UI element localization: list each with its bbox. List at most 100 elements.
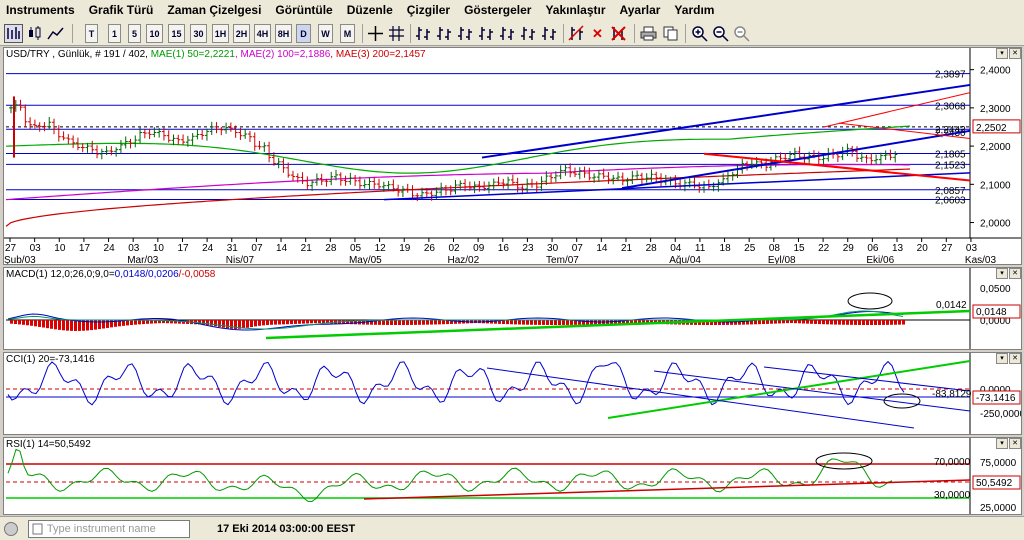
menu-help[interactable]: Yardım [667,0,721,20]
price-bar [549,173,554,184]
timeframe-button-10[interactable]: 10 [146,24,163,43]
macd-histogram-bar [130,320,133,326]
price-bar [596,170,601,183]
price-bar [152,127,157,138]
timeframe-button-2h[interactable]: 2H [233,24,250,43]
macd-value-box-label: 0,0148 [976,307,1007,318]
toolbar-separator [685,24,686,43]
timeframe-button-4h[interactable]: 4H [254,24,271,43]
menu-chart-type[interactable]: Grafik Türü [82,0,161,20]
macd-histogram-bar [866,320,869,325]
day-label: 12 [375,243,387,254]
macd-histogram-bar [318,320,321,324]
timeframe-button-1h[interactable]: 1H [212,24,229,43]
month-label: Kas/03 [965,255,997,264]
price-bar [66,134,71,144]
price-bar [138,127,143,144]
bar-chart-icon[interactable] [4,24,23,43]
timeframe-button-d[interactable]: D [296,24,311,43]
instrument-search-input[interactable] [44,521,189,537]
price-bar [224,122,229,134]
timeframe-button-w[interactable]: W [318,24,333,43]
macd-histogram-bar [258,320,261,326]
print-icon[interactable] [639,24,658,43]
macd-histogram-bar [254,320,257,327]
price-bar [281,158,286,173]
instrument-search[interactable] [28,520,190,538]
day-label: 27 [941,243,953,254]
price-bar [271,152,276,166]
candlestick-icon[interactable] [25,24,44,43]
price-bar [874,154,879,165]
price-bar [142,129,147,139]
macd-histogram-bar [762,320,765,325]
bar-style-7-icon[interactable] [540,24,559,43]
menu-timeframe[interactable]: Zaman Çizelgesi [160,0,268,20]
macd-histogram-bar [786,320,789,324]
bar-style-2-icon[interactable] [435,24,454,43]
macd-histogram-bar [266,320,269,326]
timeframe-button-8h[interactable]: 8H [275,24,292,43]
toolbar: T 1 5 10 15 30 1H 2H 4H 8H D W M ✕ [0,20,1024,46]
price-bar [649,169,654,182]
macd-histogram-bar [546,320,549,325]
cci-panel[interactable]: CCI(1) 20=-73,1416 ▾ ✕ 0,0000-250,0000-8… [3,352,1022,435]
price-bar [147,128,152,140]
crosshair-icon[interactable] [366,24,385,43]
price-bar [577,167,582,180]
menu-instruments[interactable]: Instruments [0,0,82,20]
line-chart-icon[interactable] [46,24,65,43]
menu-lines[interactable]: Çizgiler [400,0,457,20]
day-label: 29 [843,243,855,254]
macd-histogram-bar [778,320,781,324]
timeframe-button-30[interactable]: 30 [190,24,207,43]
draw-line-icon[interactable] [567,24,586,43]
zoom-fit-icon[interactable] [732,24,751,43]
zoom-in-icon[interactable] [690,24,709,43]
bar-style-3-icon[interactable] [456,24,475,43]
timeframe-button-m[interactable]: M [340,24,355,43]
macd-histogram-bar [414,320,417,325]
menu-view[interactable]: Görüntüle [268,0,339,20]
menu-settings[interactable]: Ayarlar [613,0,668,20]
rsi-panel[interactable]: RSI(1) 14=50,5492 ▾ ✕ 75,0000 25,0000 70,0… [3,437,1022,515]
menu-zoom[interactable]: Yakınlaştır [538,0,612,20]
bar-style-icon[interactable] [414,24,433,43]
price-bar [869,153,874,165]
menu-edit[interactable]: Düzenle [340,0,400,20]
price-tick-label: 2,2000 [980,142,1011,153]
timeframe-button-1[interactable]: 1 [108,24,121,43]
macd-histogram-bar [806,320,809,324]
price-bar [405,183,410,193]
timeframe-button-5[interactable]: 5 [128,24,141,43]
day-label: 14 [596,243,608,254]
bar-style-5-icon[interactable] [498,24,517,43]
price-tick-label: 2,1000 [980,180,1011,191]
macd-annotation-ellipse [847,292,893,310]
price-bar [864,154,869,164]
delete-icon[interactable]: ✕ [588,24,607,43]
macd-histogram-bar [134,320,137,325]
timeframe-button-t[interactable]: T [85,24,98,43]
bar-style-6-icon[interactable] [519,24,538,43]
day-label: 17 [79,243,91,254]
macd-panel[interactable]: MACD(1) 12,0;26,0;9,0=0,0148/0,0206/-0,0… [3,267,1022,350]
bar-style-4-icon[interactable] [477,24,496,43]
zoom-out-icon[interactable] [711,24,730,43]
price-bar [644,173,649,183]
copy-icon[interactable] [661,24,680,43]
menu-indicators[interactable]: Göstergeler [457,0,538,20]
macd-histogram-bar [850,320,853,325]
delete-all-icon[interactable] [609,24,628,43]
grid-icon[interactable] [387,24,406,43]
price-bar [639,172,644,185]
day-label: 17 [177,243,189,254]
macd-histogram-bar [566,320,569,325]
macd-histogram-bar [834,320,837,325]
macd-histogram-bar [558,320,561,325]
day-label: 15 [793,243,805,254]
macd-histogram-bar [894,320,897,325]
price-chart-panel[interactable]: USD/TRY , Günlük, # 191 / 402, MAE(1) 50… [3,47,1022,265]
timeframe-button-15[interactable]: 15 [168,24,185,43]
price-bar [659,173,664,187]
